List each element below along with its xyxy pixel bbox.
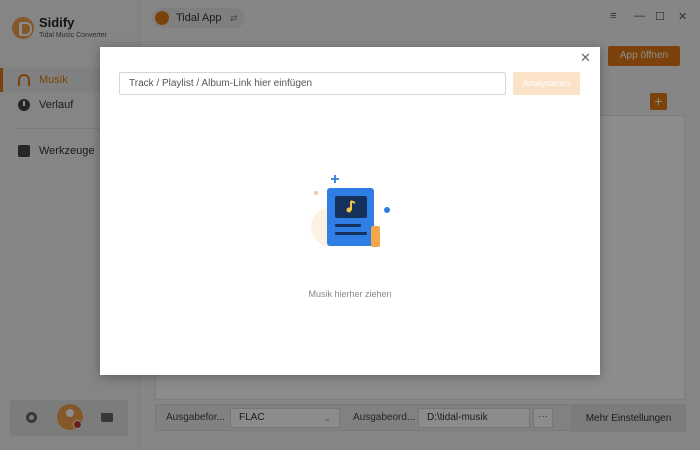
drop-zone-illustration-icon	[311, 175, 390, 247]
link-input[interactable]	[119, 72, 506, 95]
add-link-dialog: ✕ Analysieren Musik hierher ziehen	[100, 47, 600, 375]
drop-zone-text: Musik hierher ziehen	[308, 289, 392, 299]
analyze-button[interactable]: Analysieren	[513, 72, 580, 95]
close-icon[interactable]: ✕	[580, 50, 591, 66]
